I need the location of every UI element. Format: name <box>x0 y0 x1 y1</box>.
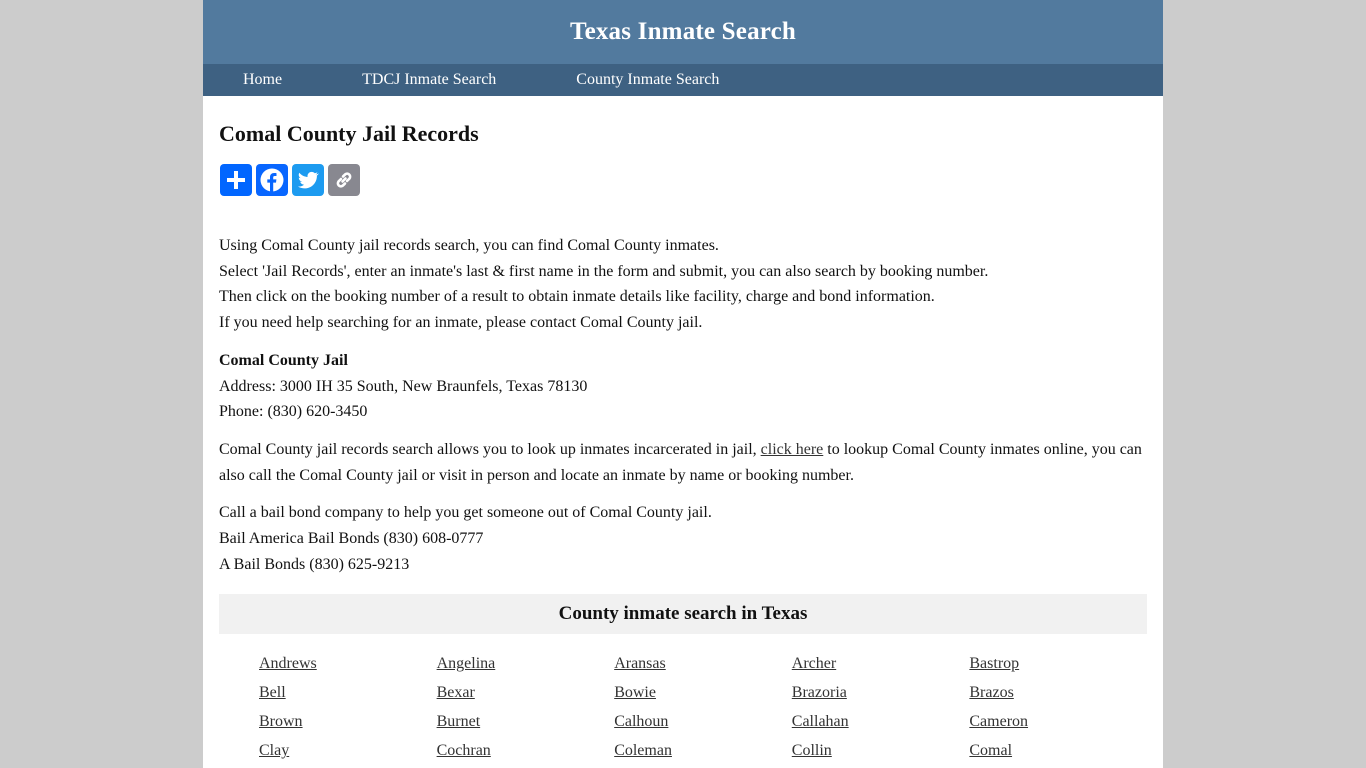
main-content: Comal County Jail Records Using Comal Co… <box>203 120 1163 763</box>
county-list: Andrews Angelina Aransas Archer Bastrop … <box>219 652 1147 763</box>
jail-name: Comal County Jail <box>219 351 348 369</box>
page: Texas Inmate Search Home TDCJ Inmate Sea… <box>203 0 1163 768</box>
link-icon <box>336 172 352 188</box>
lookup-paragraph: Comal County jail records search allows … <box>219 437 1147 488</box>
bail-bonds-info: Call a bail bond company to help you get… <box>219 500 1147 577</box>
intro-text: Using Comal County jail records search, … <box>219 233 1147 336</box>
county-link[interactable]: Brazos <box>969 681 1147 705</box>
copy-link-button[interactable] <box>328 164 360 196</box>
county-link[interactable]: Bexar <box>437 681 615 705</box>
county-link[interactable]: Aransas <box>614 652 792 676</box>
main-nav: Home TDCJ Inmate Search County Inmate Se… <box>203 64 1163 96</box>
county-link[interactable]: Clay <box>259 739 437 763</box>
county-link[interactable]: Callahan <box>792 710 970 734</box>
county-link[interactable]: Cameron <box>969 710 1147 734</box>
jail-address: Address: 3000 IH 35 South, New Braunfels… <box>219 377 588 395</box>
county-link[interactable]: Calhoun <box>614 710 792 734</box>
intro-line: Select 'Jail Records', enter an inmate's… <box>219 262 989 280</box>
county-link[interactable]: Bowie <box>614 681 792 705</box>
nav-county-inmate-search[interactable]: County Inmate Search <box>576 71 719 89</box>
county-link[interactable]: Bastrop <box>969 652 1147 676</box>
site-title[interactable]: Texas Inmate Search <box>570 18 796 46</box>
county-link[interactable]: Bell <box>259 681 437 705</box>
bail-company: A Bail Bonds (830) 625-9213 <box>219 555 410 573</box>
plus-icon <box>227 171 245 189</box>
twitter-icon <box>298 171 319 189</box>
jail-phone: Phone: (830) 620-3450 <box>219 403 368 421</box>
nav-tdcj-inmate-search[interactable]: TDCJ Inmate Search <box>362 71 496 89</box>
county-link[interactable]: Brazoria <box>792 681 970 705</box>
county-link[interactable]: Archer <box>792 652 970 676</box>
share-buttons <box>220 164 1147 196</box>
county-link[interactable]: Collin <box>792 739 970 763</box>
county-search-header: County inmate search in Texas <box>219 594 1147 635</box>
lookup-text-before: Comal County jail records search allows … <box>219 440 761 458</box>
jail-info: Comal County Jail Address: 3000 IH 35 So… <box>219 348 1147 425</box>
county-link[interactable]: Angelina <box>437 652 615 676</box>
county-search-heading: County inmate search in Texas <box>558 603 808 625</box>
site-header: Texas Inmate Search <box>203 0 1163 64</box>
county-link[interactable]: Cochran <box>437 739 615 763</box>
bail-company: Bail America Bail Bonds (830) 608-0777 <box>219 530 484 548</box>
county-link[interactable]: Burnet <box>437 710 615 734</box>
page-title: Comal County Jail Records <box>219 121 479 146</box>
county-link[interactable]: Comal <box>969 739 1147 763</box>
county-link[interactable]: Andrews <box>259 652 437 676</box>
county-link[interactable]: Brown <box>259 710 437 734</box>
facebook-icon <box>260 168 284 192</box>
nav-home[interactable]: Home <box>243 71 282 89</box>
facebook-share-button[interactable] <box>256 164 288 196</box>
intro-line: Then click on the booking number of a re… <box>219 288 935 306</box>
bail-intro: Call a bail bond company to help you get… <box>219 504 712 522</box>
click-here-link[interactable]: click here <box>761 441 824 458</box>
county-link[interactable]: Coleman <box>614 739 792 763</box>
intro-line: Using Comal County jail records search, … <box>219 237 719 254</box>
twitter-share-button[interactable] <box>292 164 324 196</box>
share-button[interactable] <box>220 164 252 196</box>
intro-line: If you need help searching for an inmate… <box>219 314 703 332</box>
